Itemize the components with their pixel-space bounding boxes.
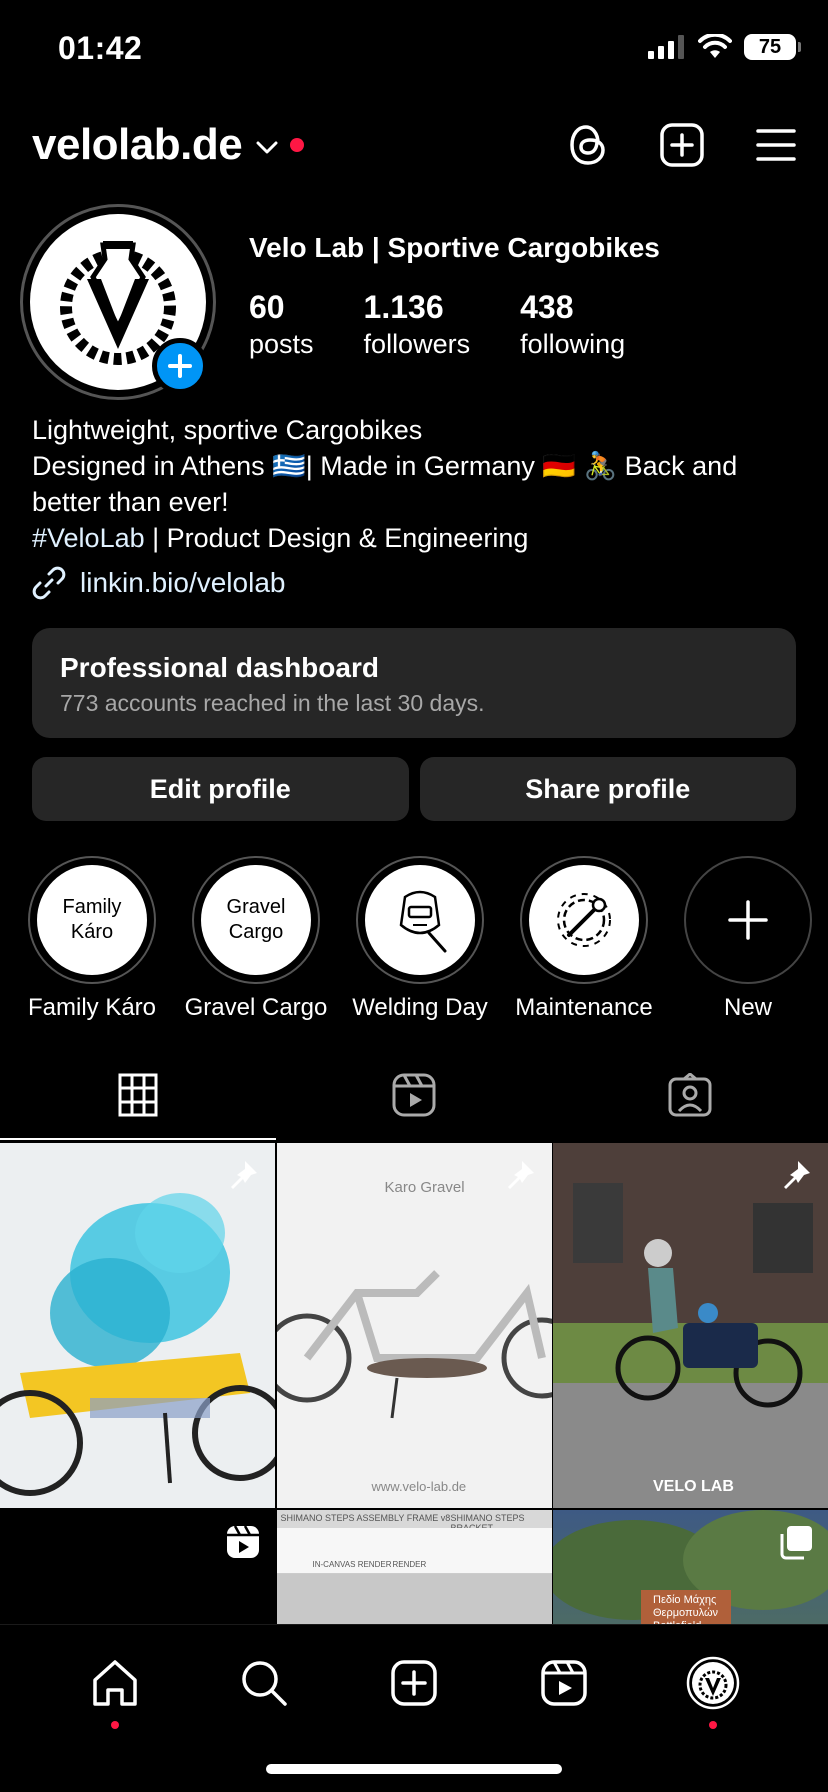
bio-link-text[interactable]: linkin.bio/velolab: [80, 567, 285, 599]
karo-gravel-bike-image: [276, 1270, 552, 1419]
tab-grid[interactable]: [0, 1050, 276, 1140]
create-button[interactable]: [660, 123, 704, 167]
signal-icon: [648, 35, 684, 59]
tab-tagged[interactable]: [552, 1050, 828, 1140]
plus-icon: [168, 354, 192, 378]
stat-value: 438: [520, 289, 574, 325]
profile-tabs: [0, 1050, 828, 1140]
post-caption: VELO LAB: [653, 1478, 734, 1495]
tagged-icon: [668, 1073, 712, 1117]
post-caption: SHIMANO STEPS ASSEMBLY FRAME v8: [280, 1513, 451, 1523]
add-story-button[interactable]: [152, 338, 208, 394]
search-icon: [242, 1661, 288, 1706]
bio-line: Lightweight, sportive Cargobikes: [32, 415, 423, 445]
home-icon: [93, 1660, 137, 1706]
highlight-label: Family Káro: [27, 994, 157, 1021]
wifi-icon: [698, 34, 732, 58]
rider-cargo-bike-image: [553, 1143, 828, 1508]
status-bar: 01:42 75: [0, 0, 828, 100]
post-thumbnail[interactable]: VELO LAB: [553, 1143, 828, 1508]
post-caption: IN-CANVAS RENDER: [312, 1560, 392, 1569]
notification-dot: [290, 138, 305, 152]
display-name: Velo Lab | Sportive Cargobikes: [249, 232, 660, 263]
highlight-family-karo[interactable]: Family Káro Family Káro: [10, 856, 174, 1022]
chevron-down-icon[interactable]: [256, 141, 278, 155]
stat-value: 60: [249, 289, 285, 325]
highlight-cover-text: Family Káro: [37, 865, 147, 975]
home-indicator: [266, 1764, 562, 1774]
reel-indicator-icon: [227, 1525, 259, 1558]
menu-button[interactable]: [756, 128, 796, 162]
dashboard-subtitle: 773 accounts reached in the last 30 days…: [60, 690, 485, 716]
stat-label: posts: [249, 329, 314, 359]
link-icon: [32, 566, 66, 600]
story-highlights: Family Káro Family Káro Gravel Cargo Gra…: [0, 856, 828, 1026]
threads-icon: [570, 125, 605, 165]
stat-following[interactable]: 438 following: [520, 288, 625, 362]
reels-icon: [540, 1660, 587, 1706]
profile-stats: 60 posts 1.136 followers 438 following: [249, 288, 675, 362]
post-thumbnail[interactable]: [0, 1143, 275, 1508]
post-caption: Θερμοπυλών: [653, 1607, 719, 1619]
notification-dot: [709, 1721, 718, 1729]
pin-icon: [231, 1161, 257, 1189]
professional-dashboard[interactable]: Professional dashboard 773 accounts reac…: [32, 628, 796, 738]
stat-label: following: [520, 329, 626, 359]
battery-indicator: 75: [744, 34, 801, 60]
carousel-indicator-icon: [780, 1526, 812, 1560]
profile-actions: Edit profile Share profile: [32, 757, 796, 821]
highlight-label: Welding Day: [352, 994, 488, 1021]
profile-header: velolab.de: [32, 115, 796, 175]
threads-button[interactable]: [568, 123, 608, 167]
nav-reels[interactable]: [534, 1653, 594, 1713]
status-icons: 75: [648, 34, 801, 60]
post-caption: Πεδίο Μάχης: [653, 1594, 717, 1606]
bio-link[interactable]: linkin.bio/velolab: [32, 566, 285, 600]
bio-line: Designed in Athens 🇬🇷| Made in Germany 🇩…: [32, 451, 738, 517]
stat-label: followers: [363, 329, 471, 359]
edit-profile-button[interactable]: Edit profile: [32, 757, 409, 821]
plus-square-icon: [391, 1660, 437, 1706]
pin-icon: [784, 1161, 810, 1189]
nav-profile[interactable]: [683, 1653, 743, 1729]
reels-icon: [392, 1073, 436, 1117]
post-thumbnail[interactable]: Karo Gravel www.velo-lab.de: [276, 1143, 552, 1508]
pin-icon: [507, 1161, 534, 1189]
tab-reels[interactable]: [276, 1050, 552, 1140]
highlight-label: Gravel Cargo: [184, 994, 328, 1021]
highlight-maintenance[interactable]: Maintenance: [502, 856, 666, 1022]
stat-value: 1.136: [363, 289, 444, 325]
username[interactable]: velolab.de: [32, 120, 243, 170]
highlight-label: Maintenance: [515, 994, 653, 1021]
highlight-label: New: [723, 994, 772, 1021]
plus-icon: [728, 900, 768, 940]
highlight-welding-day[interactable]: Welding Day: [338, 856, 502, 1022]
bottom-navigation: [0, 1624, 828, 1792]
hashtag-link[interactable]: #VeloLab: [32, 523, 145, 553]
status-time: 01:42: [58, 30, 143, 66]
hamburger-menu-icon: [756, 129, 796, 161]
nav-search[interactable]: [234, 1653, 294, 1713]
bio-text: | Product Design & Engineering: [144, 523, 529, 553]
welder-mask-icon: [399, 890, 447, 953]
highlight-gravel-cargo[interactable]: Gravel Cargo Gravel Cargo: [174, 856, 338, 1022]
profile-avatar-icon: [686, 1656, 740, 1710]
nav-home[interactable]: [85, 1653, 145, 1729]
dashboard-title: Professional dashboard: [60, 652, 379, 683]
grid-icon: [118, 1073, 158, 1117]
post-caption: RENDER: [392, 1560, 427, 1569]
gear-wrench-icon: [557, 893, 611, 947]
post-caption: www.velo-lab.de: [371, 1479, 467, 1494]
bio-line: #VeloLab | Product Design & Engineering: [32, 520, 802, 556]
nav-create[interactable]: [384, 1653, 444, 1713]
highlight-new[interactable]: New: [666, 856, 828, 1022]
cargo-bike-smoke-image: [0, 1193, 275, 1496]
stat-followers[interactable]: 1.136 followers: [364, 288, 471, 362]
profile-bio: Lightweight, sportive Cargobikes Designe…: [32, 412, 802, 556]
notification-dot: [110, 1721, 119, 1729]
stat-posts[interactable]: 60 posts: [249, 288, 314, 362]
share-profile-button[interactable]: Share profile: [419, 757, 796, 821]
highlight-cover-text: Gravel Cargo: [201, 865, 311, 975]
plus-square-icon: [660, 123, 704, 167]
